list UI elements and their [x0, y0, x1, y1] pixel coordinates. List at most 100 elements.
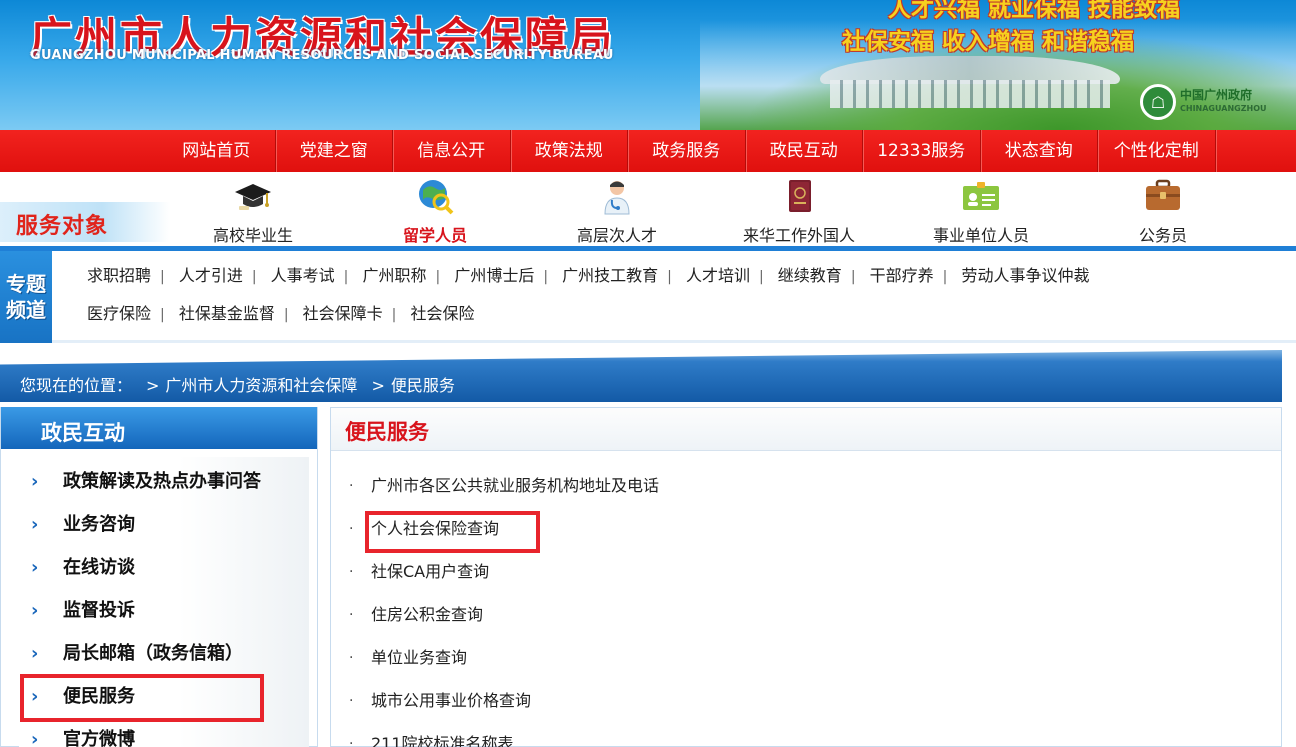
- channel-row-2: 医疗保险 | 社保基金监督 | 社会保障卡 | 社会保险: [78, 289, 1278, 327]
- globe-search-icon: [419, 180, 454, 215]
- list-item-label: 211院校标准名称表: [371, 734, 514, 747]
- list-item-label: 住房公积金查询: [371, 605, 484, 624]
- bullet-icon: ·: [349, 478, 354, 494]
- service-item-label: 留学人员: [402, 226, 467, 245]
- channel-cadre-recuperation[interactable]: 干部疗养: [861, 266, 943, 285]
- bullet-icon: ·: [349, 650, 354, 666]
- channel-postdoc[interactable]: 广州博士后: [445, 266, 543, 285]
- sidebar-item-consulting[interactable]: › 业务咨询: [19, 500, 309, 543]
- chevron-right-icon: ›: [31, 471, 39, 492]
- service-item-label: 来华工作外国人: [742, 226, 855, 245]
- sidebar-item-label: 在线访谈: [63, 557, 135, 578]
- service-item-label: 高层次人才: [576, 226, 657, 245]
- list-item-employment-agencies[interactable]: · 广州市各区公共就业服务机构地址及电话: [349, 464, 1249, 507]
- channel-social-security-card[interactable]: 社会保障卡: [294, 304, 392, 323]
- service-item-high-level-talent[interactable]: 高层次人才: [542, 176, 692, 246]
- sidebar-item-official-weibo[interactable]: › 官方微博: [19, 715, 309, 747]
- bullet-icon: ·: [349, 693, 354, 709]
- channel-talent-training[interactable]: 人才培训: [677, 266, 759, 285]
- service-item-label: 公务员: [1138, 226, 1187, 245]
- list-item-housing-fund[interactable]: · 住房公积金查询: [349, 593, 1249, 636]
- breadcrumb-item-bureau[interactable]: 广州市人力资源和社会保障: [165, 376, 357, 395]
- list-item-ca-user-query[interactable]: · 社保CA用户查询: [349, 550, 1249, 593]
- sidebar-item-label: 政策解读及热点办事问答: [63, 471, 261, 492]
- nav-12333[interactable]: 12333服务: [863, 130, 981, 172]
- chevron-right-icon: ›: [31, 643, 39, 664]
- channel-personnel-exam[interactable]: 人事考试: [262, 266, 344, 285]
- doctor-icon: [604, 181, 630, 215]
- channel-labor-arbitration[interactable]: 劳动人事争议仲裁: [952, 266, 1098, 285]
- chevron-right-icon: ›: [31, 686, 39, 707]
- channels-divider: [52, 340, 1296, 343]
- list-item-utility-prices[interactable]: · 城市公用事业价格查询: [349, 679, 1249, 722]
- breadcrumb-item-current[interactable]: 便民服务: [391, 376, 455, 395]
- chevron-right-icon: ›: [31, 557, 39, 578]
- sidebar-item-label: 官方微博: [63, 729, 135, 747]
- nav-custom[interactable]: 个性化定制: [1098, 130, 1216, 172]
- breadcrumb-prefix: 您现在的位置：: [20, 376, 133, 395]
- nav-info[interactable]: 信息公开: [393, 130, 511, 172]
- service-item-foreigners[interactable]: 来华工作外国人: [724, 176, 874, 246]
- site-banner: 广州市人力资源和社会保障局 GUANGZHOU MUNICIPAL HUMAN …: [0, 0, 1296, 130]
- sidebar-item-label: 业务咨询: [63, 514, 135, 535]
- breadcrumb-arrow-icon: >: [371, 376, 385, 395]
- service-objects: 服务对象 高校毕业生 留学人员 高层次人才 来华工作外国人 事业单位人员 公务员: [0, 172, 1296, 248]
- sidebar-item-director-mailbox[interactable]: › 局长邮箱（政务信箱）: [19, 629, 309, 672]
- bullet-icon: ·: [349, 607, 354, 623]
- sidebar-header: 政民互动: [1, 407, 317, 449]
- gov-emblem-icon: ☖: [1140, 84, 1176, 120]
- sidebar-item-online-interview[interactable]: › 在线访谈: [19, 543, 309, 586]
- sidebar-item-label: 便民服务: [63, 686, 135, 707]
- sidebar-item-complaints[interactable]: › 监督投诉: [19, 586, 309, 629]
- sidebar-item-policy-qa[interactable]: › 政策解读及热点办事问答: [19, 457, 309, 500]
- sidebar-item-convenience-services[interactable]: › 便民服务: [19, 672, 309, 715]
- nav-home[interactable]: 网站首页: [158, 130, 276, 172]
- chevron-right-icon: ›: [31, 729, 39, 747]
- chevron-right-icon: ›: [31, 600, 39, 621]
- service-item-public-institution-staff[interactable]: 事业单位人员: [906, 176, 1056, 246]
- list-item-unit-business[interactable]: · 单位业务查询: [349, 636, 1249, 679]
- service-item-label: 高校毕业生: [212, 226, 293, 245]
- channel-fund-supervision[interactable]: 社保基金监督: [170, 304, 284, 323]
- service-list: · 广州市各区公共就业服务机构地址及电话 · 个人社会保险查询 · 社保CA用户查询 …: [349, 464, 1249, 747]
- bullet-icon: ·: [349, 736, 354, 747]
- gov-logo-en: CHINAGUANGZHOU: [1180, 104, 1267, 113]
- channel-medical-insurance[interactable]: 医疗保险: [78, 304, 160, 323]
- channel-professional-titles[interactable]: 广州职称: [353, 266, 435, 285]
- sidebar-item-label: 监督投诉: [63, 600, 135, 621]
- list-item-personal-social-insurance[interactable]: · 个人社会保险查询: [349, 507, 1249, 550]
- nav-services[interactable]: 政务服务: [628, 130, 746, 172]
- bullet-icon: ·: [349, 521, 354, 537]
- service-item-label: 事业单位人员: [932, 226, 1029, 245]
- id-card-icon: [963, 182, 999, 210]
- page: 广州市人力资源和社会保障局 GUANGZHOU MUNICIPAL HUMAN …: [0, 0, 1296, 747]
- breadcrumb-arrow-icon: >: [146, 376, 160, 395]
- list-item-label: 单位业务查询: [371, 648, 468, 667]
- list-item-211-universities[interactable]: · 211院校标准名称表: [349, 722, 1249, 747]
- bullet-icon: ·: [349, 564, 354, 580]
- channel-continuing-education[interactable]: 继续教育: [769, 266, 851, 285]
- service-item-graduates[interactable]: 高校毕业生: [178, 176, 328, 246]
- service-item-civil-servants[interactable]: 公务员: [1088, 176, 1238, 246]
- list-item-label: 广州市各区公共就业服务机构地址及电话: [371, 476, 660, 495]
- nav-interaction[interactable]: 政民互动: [746, 130, 863, 172]
- sidebar-item-label: 局长邮箱（政务信箱）: [63, 643, 243, 664]
- gov-logo[interactable]: ☖ 中国广州政府 CHINAGUANGZHOU: [1140, 82, 1280, 122]
- list-item-label: 个人社会保险查询: [371, 519, 500, 538]
- channel-technical-education[interactable]: 广州技工教育: [553, 266, 667, 285]
- nav-party[interactable]: 党建之窗: [276, 130, 393, 172]
- sidebar: 政民互动 › 政策解读及热点办事问答 › 业务咨询 › 在线访谈 › 监督投诉 › 局长邮…: [0, 407, 318, 747]
- sidebar-menu: › 政策解读及热点办事问答 › 业务咨询 › 在线访谈 › 监督投诉 › 局长邮箱（政务信…: [19, 457, 309, 747]
- main-content: 便民服务 · 广州市各区公共就业服务机构地址及电话 · 个人社会保险查询 · 社保CA…: [330, 407, 1282, 747]
- channel-talent-introduction[interactable]: 人才引进: [170, 266, 252, 285]
- channel-social-insurance[interactable]: 社会保险: [401, 304, 483, 323]
- breadcrumb: 您现在的位置： > 广州市人力资源和社会保障 > 便民服务: [0, 350, 1282, 402]
- channel-job-hunting[interactable]: 求职招聘: [78, 266, 160, 285]
- slogan-line1: 人才兴福 就业保福 技能致福: [888, 0, 1181, 22]
- top-nav: 网站首页 党建之窗 信息公开 政策法规 政务服务 政民互动 12333服务 状态…: [0, 130, 1296, 172]
- banner-building-columns: [830, 80, 1110, 108]
- slogan-line2: 社保安福 收入增福 和谐稳福: [842, 29, 1135, 55]
- nav-policy[interactable]: 政策法规: [511, 130, 628, 172]
- service-item-overseas-returnees[interactable]: 留学人员: [360, 176, 510, 246]
- nav-status[interactable]: 状态查询: [981, 130, 1098, 172]
